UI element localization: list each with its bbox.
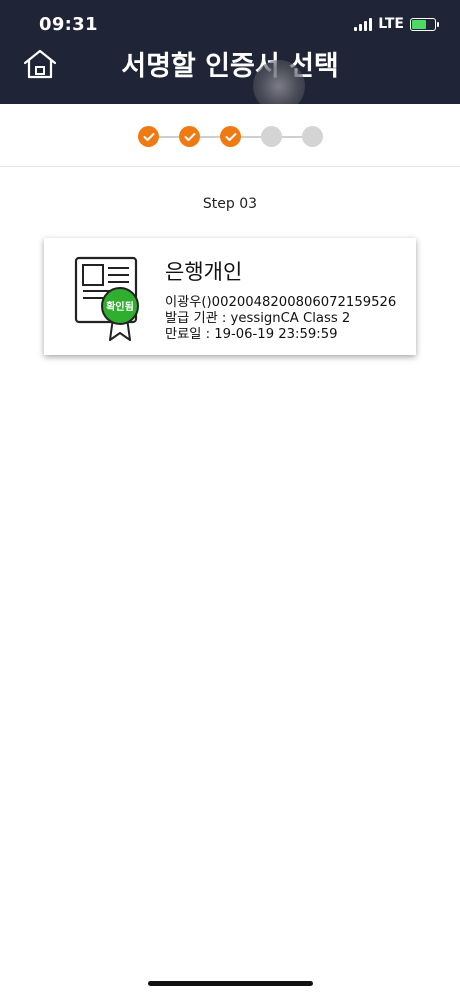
step-label: Step 03	[202, 196, 258, 212]
app-header: 09:31 LTE 서명할 인증서 선택	[0, 0, 460, 104]
check-icon	[143, 132, 154, 141]
certificate-expiry: 만료일 : 19-06-19 23:59:59	[165, 327, 338, 342]
certificate-name: 은행개인	[165, 260, 243, 284]
status-time: 09:31	[39, 14, 98, 35]
signal-icon	[354, 17, 373, 31]
step-2-done	[179, 126, 200, 147]
check-icon	[225, 132, 236, 141]
step-1-done	[138, 126, 159, 147]
home-indicator-bar[interactable]	[148, 981, 313, 986]
network-type: LTE	[378, 16, 404, 32]
step-5-pending	[302, 126, 323, 147]
progress-stepper	[0, 104, 460, 167]
page-title: 서명할 인증서 선택	[121, 51, 339, 82]
verified-badge-label: 확인됨	[106, 300, 134, 313]
step-track	[138, 126, 323, 147]
check-icon	[184, 132, 195, 141]
step-4-pending	[261, 126, 282, 147]
certificate-icon: 확인됨	[74, 256, 139, 341]
status-indicators: LTE	[354, 16, 439, 32]
step-3-done	[220, 126, 241, 147]
battery-icon	[410, 17, 439, 31]
certificate-card[interactable]: 확인됨 은행개인 이광우()0020048200806072159526 발급 …	[44, 238, 416, 355]
